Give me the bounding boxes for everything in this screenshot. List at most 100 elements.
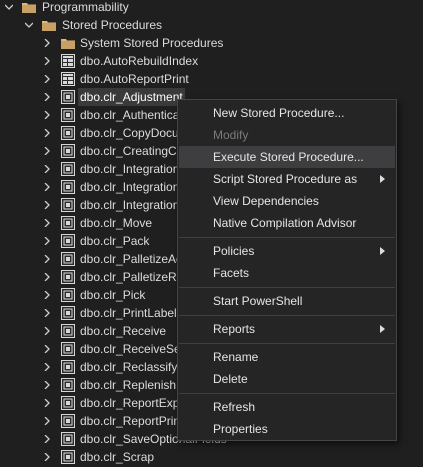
menu-item-start-powershell[interactable]: Start PowerShell — [179, 290, 395, 312]
chevron-right-icon[interactable] — [42, 286, 52, 304]
menu-item-facets[interactable]: Facets — [179, 262, 395, 284]
clr-procedure-icon — [61, 108, 75, 122]
menu-item-script-stored-procedure-as[interactable]: Script Stored Procedure as — [179, 168, 395, 190]
clr-procedure-icon — [61, 342, 75, 356]
chevron-right-icon[interactable] — [42, 70, 52, 88]
chevron-right-icon[interactable] — [42, 412, 52, 430]
stored-procedure-icon — [61, 54, 75, 68]
tree-node-label: dbo.AutoRebuildIndex — [80, 54, 199, 68]
tree-node-stored-procedure[interactable]: dbo.AutoRebuildIndex — [0, 52, 423, 70]
menu-item-view-dependencies[interactable]: View Dependencies — [179, 190, 395, 212]
clr-procedure-icon — [61, 180, 75, 194]
folder-icon — [22, 0, 36, 14]
tree-node-label: dbo.clr_Adjustment — [78, 88, 185, 106]
menu-separator — [179, 287, 395, 288]
tree-node-label: dbo.clr_Pack — [80, 234, 150, 248]
clr-procedure-icon — [61, 288, 75, 302]
chevron-right-icon[interactable] — [42, 34, 52, 52]
chevron-right-icon[interactable] — [42, 322, 52, 340]
submenu-arrow-icon — [380, 240, 385, 262]
submenu-arrow-icon — [380, 168, 385, 190]
stored-procedure-icon — [61, 72, 75, 86]
chevron-right-icon[interactable] — [42, 376, 52, 394]
clr-procedure-icon — [61, 198, 75, 212]
tree-node-label: dbo.clr_Pick — [80, 288, 146, 302]
menu-item-delete[interactable]: Delete — [179, 368, 395, 390]
chevron-right-icon[interactable] — [42, 160, 52, 178]
clr-procedure-icon — [61, 360, 75, 374]
submenu-arrow-icon — [380, 318, 385, 340]
clr-procedure-icon — [61, 162, 75, 176]
tree-node-label: dbo.clr_Integration — [80, 162, 180, 176]
chevron-right-icon[interactable] — [42, 106, 52, 124]
chevron-right-icon[interactable] — [42, 88, 52, 106]
chevron-right-icon[interactable] — [42, 430, 52, 448]
menu-item-refresh[interactable]: Refresh — [179, 396, 395, 418]
clr-procedure-icon — [61, 234, 75, 248]
tree-node-label: dbo.clr_Authentica — [80, 108, 180, 122]
tree-node-label: dbo.clr_ReportPrin — [80, 414, 181, 428]
tree-node-stored-procedure[interactable]: dbo.AutoReportPrint — [0, 70, 423, 88]
tree-node-label: dbo.clr_Receive — [80, 324, 167, 338]
tree-node-label: Stored Procedures — [62, 18, 163, 32]
chevron-right-icon[interactable] — [42, 268, 52, 286]
menu-item-policies[interactable]: Policies — [179, 240, 395, 262]
menu-item-new-stored-procedure[interactable]: New Stored Procedure... — [179, 102, 395, 124]
menu-item-native-compilation-advisor[interactable]: Native Compilation Advisor — [179, 212, 395, 234]
menu-item-modify[interactable]: Modify — [179, 124, 395, 146]
clr-procedure-icon — [61, 306, 75, 320]
tree-node-label: dbo.clr_Move — [80, 216, 153, 230]
chevron-right-icon[interactable] — [42, 358, 52, 376]
clr-procedure-icon — [61, 216, 75, 230]
tree-node-stored-procedure[interactable]: dbo.clr_Scrap — [0, 448, 423, 466]
chevron-right-icon[interactable] — [42, 448, 52, 466]
menu-item-reports[interactable]: Reports — [179, 318, 395, 340]
tree-node-label: System Stored Procedures — [80, 36, 224, 50]
tree-node-label: dbo.clr_CopyDocu — [80, 126, 179, 140]
tree-node-label: dbo.clr_CreatingCa — [80, 144, 184, 158]
menu-separator — [179, 393, 395, 394]
tree-node-label: dbo.AutoReportPrint — [80, 72, 189, 86]
clr-procedure-icon — [61, 126, 75, 140]
tree-node-label: dbo.clr_Scrap — [80, 450, 155, 464]
folder-icon — [42, 18, 56, 32]
menu-item-rename[interactable]: Rename — [179, 346, 395, 368]
chevron-right-icon[interactable] — [42, 232, 52, 250]
clr-procedure-icon — [61, 396, 75, 410]
chevron-right-icon[interactable] — [42, 214, 52, 232]
chevron-right-icon[interactable] — [42, 196, 52, 214]
tree-node-programmability[interactable]: Programmability — [0, 0, 423, 16]
context-menu: New Stored Procedure... Modify Execute S… — [177, 99, 397, 441]
clr-procedure-icon — [61, 324, 75, 338]
tree-node-label: dbo.clr_ReceiveSer — [80, 342, 185, 356]
tree-node-label: dbo.clr_PalletizeRe — [80, 270, 184, 284]
chevron-right-icon[interactable] — [42, 340, 52, 358]
chevron-down-icon[interactable] — [24, 16, 34, 34]
clr-procedure-icon — [61, 378, 75, 392]
menu-separator — [179, 343, 395, 344]
clr-procedure-icon — [61, 414, 75, 428]
tree-node-label: dbo.clr_ReportExp — [80, 396, 180, 410]
clr-procedure-icon — [61, 144, 75, 158]
tree-node-system-stored-procedures[interactable]: System Stored Procedures — [0, 34, 423, 52]
folder-icon — [61, 36, 75, 50]
tree-node-stored-procedures[interactable]: Stored Procedures — [0, 16, 423, 34]
tree-node-label: dbo.clr_PrintLabel — [80, 306, 177, 320]
chevron-down-icon[interactable] — [4, 0, 14, 16]
chevron-right-icon[interactable] — [42, 124, 52, 142]
tree-node-label: dbo.clr_Integration — [80, 198, 180, 212]
clr-procedure-icon — [61, 90, 75, 104]
menu-item-execute-stored-procedure[interactable]: Execute Stored Procedure... — [179, 146, 395, 168]
tree-node-label: Programmability — [42, 0, 129, 14]
chevron-right-icon[interactable] — [42, 250, 52, 268]
menu-separator — [179, 315, 395, 316]
menu-item-properties[interactable]: Properties — [179, 418, 395, 440]
chevron-right-icon[interactable] — [42, 52, 52, 70]
chevron-right-icon[interactable] — [42, 304, 52, 322]
tree-node-label: dbo.clr_Reclassify — [80, 360, 178, 374]
tree-node-label: dbo.clr_Integration — [80, 180, 180, 194]
clr-procedure-icon — [61, 432, 75, 446]
chevron-right-icon[interactable] — [42, 394, 52, 412]
chevron-right-icon[interactable] — [42, 142, 52, 160]
chevron-right-icon[interactable] — [42, 178, 52, 196]
